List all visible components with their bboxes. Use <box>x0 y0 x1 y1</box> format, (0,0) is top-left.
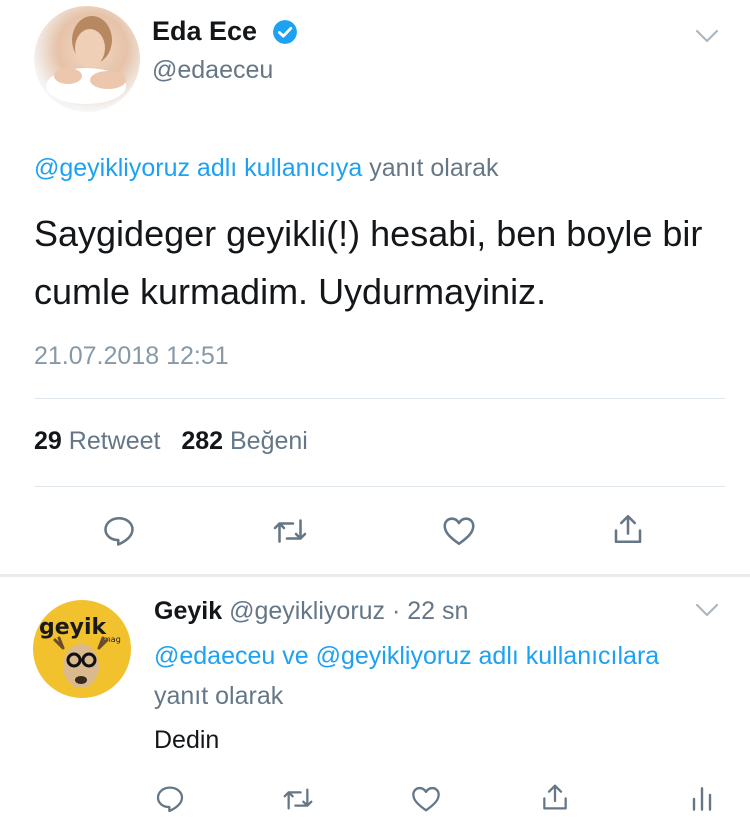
geyik-logo: geyik mag <box>39 615 121 688</box>
like-label: Beğeni <box>230 427 308 455</box>
avatar-image <box>46 16 126 104</box>
like-icon[interactable] <box>410 783 442 815</box>
analytics-icon[interactable] <box>686 783 718 815</box>
tweet-timestamp[interactable]: 21.07.2018 12:51 <box>34 342 229 371</box>
chevron-down-icon[interactable] <box>695 603 719 617</box>
reply-text: Dedin <box>154 726 220 754</box>
reply-context-mentions[interactable]: @edaeceu ve @geyikliyoruz adlı kullanıcı… <box>154 642 659 670</box>
engagement-stats: 29 Retweet 282 Beğeni <box>34 427 308 456</box>
reply-context-suffix: yanıt olarak <box>154 682 284 710</box>
reply-context: @edaeceu ve @geyikliyoruz adlı kullanıcı… <box>154 636 694 716</box>
author-name[interactable]: Eda Ece <box>152 16 257 47</box>
reply-author-avatar[interactable]: geyik mag <box>33 600 131 698</box>
retweet-stat[interactable]: 29 Retweet <box>34 427 160 455</box>
reply-author-name[interactable]: Geyik <box>154 597 222 625</box>
section-separator <box>0 574 750 577</box>
reply-context-mention[interactable]: @geyikliyoruz adlı kullanıcıya <box>34 154 362 182</box>
share-icon[interactable] <box>539 781 571 813</box>
reply-icon[interactable] <box>154 783 186 815</box>
divider <box>34 486 725 487</box>
retweet-icon[interactable] <box>272 513 308 549</box>
reply-time[interactable]: · 22 sn <box>392 597 468 625</box>
reply-icon[interactable] <box>101 513 137 549</box>
reply-author-handle[interactable]: @geyikliyoruz <box>229 597 385 625</box>
avatar-logo-text: geyik <box>39 615 108 640</box>
reply-context: @geyikliyoruz adlı kullanıcıya yanıt ola… <box>34 154 498 183</box>
verified-badge-icon <box>273 20 297 44</box>
like-count: 282 <box>181 427 224 455</box>
reply-context-suffix: yanıt olarak <box>362 154 499 182</box>
like-icon[interactable] <box>441 513 477 549</box>
retweet-count: 29 <box>34 427 62 455</box>
share-icon[interactable] <box>610 511 646 547</box>
chevron-down-icon[interactable] <box>695 29 719 43</box>
retweet-icon[interactable] <box>282 783 314 815</box>
tweet-text: Saygideger geyikli(!) hesabi, ben boyle … <box>34 213 703 312</box>
author-handle[interactable]: @edaeceu <box>152 56 273 85</box>
retweet-label: Retweet <box>68 427 161 455</box>
author-avatar[interactable] <box>34 6 140 112</box>
reply-header: Geyik @geyikliyoruz · 22 sn <box>154 597 468 626</box>
like-stat[interactable]: 282 Beğeni <box>181 427 308 455</box>
divider <box>34 398 725 399</box>
